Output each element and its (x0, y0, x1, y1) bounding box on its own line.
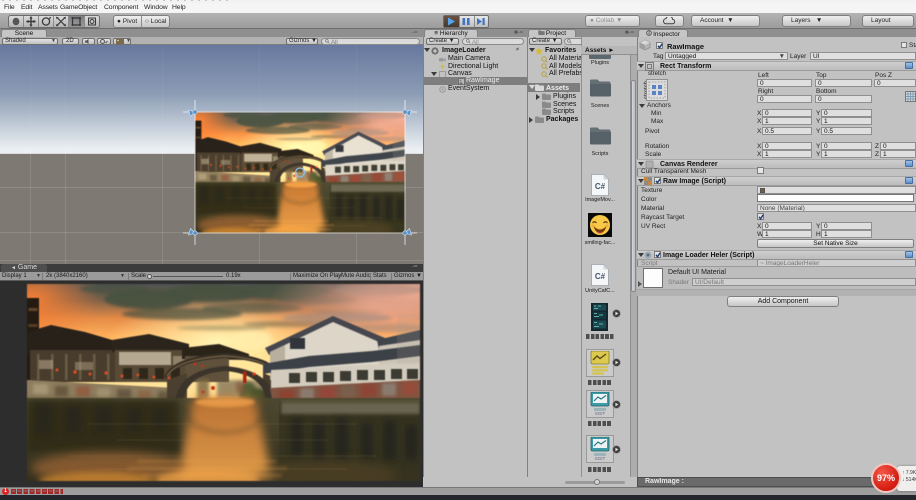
svg-text:SGIT: SGIT (595, 456, 606, 461)
svg-text:C#: C# (595, 272, 606, 281)
svg-text:SGIT: SGIT (595, 411, 606, 416)
svg-text:C#: C# (595, 182, 606, 191)
